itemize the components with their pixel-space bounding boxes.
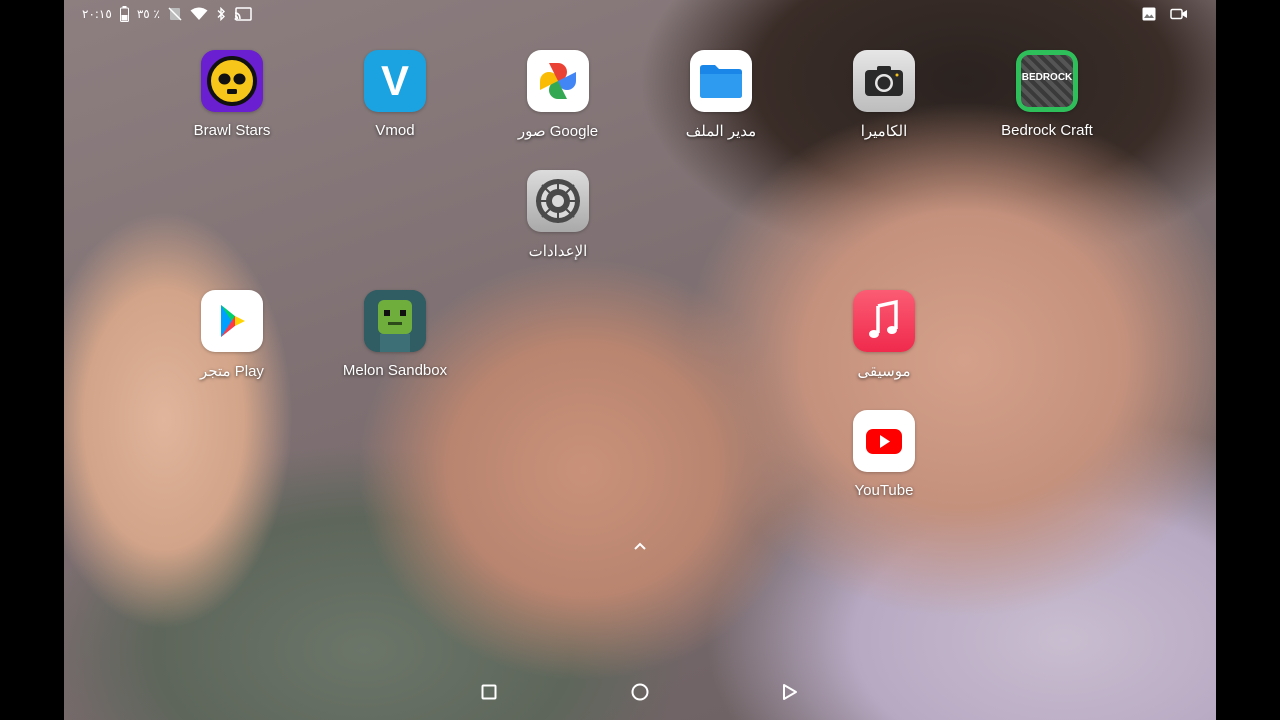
app-google-photos[interactable]: صور Google <box>488 50 628 140</box>
home-button[interactable] <box>628 680 652 704</box>
app-bedrock-craft[interactable]: BEDROCK Bedrock Craft <box>977 50 1117 139</box>
app-vmod[interactable]: V Vmod <box>325 50 465 139</box>
melon-sandbox-icon <box>364 290 426 352</box>
app-label: الكاميرا <box>860 123 908 140</box>
app-music[interactable]: موسيقى <box>814 290 954 380</box>
vmod-icon: V <box>364 50 426 112</box>
status-icons-left: ٢٠:١٥ ٣٥ ٪ <box>82 6 252 22</box>
wifi-icon <box>190 7 208 20</box>
battery-icon <box>119 6 129 22</box>
app-label: Brawl Stars <box>193 122 271 139</box>
app-label: متجر Play <box>200 363 264 380</box>
google-photos-icon <box>527 50 589 112</box>
app-label: Melon Sandbox <box>342 362 448 379</box>
play-store-icon <box>201 290 263 352</box>
bedrock-craft-icon: BEDROCK <box>1016 50 1078 112</box>
camera-icon <box>853 50 915 112</box>
app-drawer-chevron-up-icon[interactable] <box>630 536 650 556</box>
bedrock-wordmark: BEDROCK <box>1021 72 1073 83</box>
app-label: الإعدادات <box>528 243 588 260</box>
app-label: YouTube <box>854 482 914 499</box>
youtube-icon <box>853 410 915 472</box>
app-camera[interactable]: الكاميرا <box>814 50 954 140</box>
status-icons-right <box>1142 7 1188 21</box>
app-label: Vmod <box>375 122 415 139</box>
cast-icon <box>234 7 252 21</box>
app-label: موسيقى <box>857 363 911 380</box>
app-label: Bedrock Craft <box>1001 122 1093 139</box>
music-icon <box>853 290 915 352</box>
bluetooth-icon <box>217 7 225 21</box>
image-icon <box>1142 7 1156 21</box>
brawl-stars-icon <box>201 50 263 112</box>
app-play-store[interactable]: متجر Play <box>162 290 302 380</box>
settings-icon <box>527 170 589 232</box>
back-button[interactable] <box>778 680 802 704</box>
video-record-icon <box>1170 8 1187 20</box>
app-brawl-stars[interactable]: Brawl Stars <box>162 50 302 139</box>
vmod-letter: V <box>380 57 409 104</box>
app-label: مدير الملف <box>685 123 757 140</box>
silent-icon <box>168 7 182 21</box>
home-screen: ٢٠:١٥ ٣٥ ٪ Brawl Stars V Vmod صور Google… <box>64 0 1216 720</box>
app-label: صور Google <box>517 123 599 140</box>
recents-button[interactable] <box>477 680 501 704</box>
battery-percent: ٣٥ ٪ <box>136 7 160 21</box>
app-melon-sandbox[interactable]: Melon Sandbox <box>325 290 465 379</box>
app-youtube[interactable]: YouTube <box>814 410 954 499</box>
app-file-manager[interactable]: مدير الملف <box>651 50 791 140</box>
clock: ٢٠:١٥ <box>82 7 112 21</box>
files-icon <box>690 50 752 112</box>
app-settings[interactable]: الإعدادات <box>488 170 628 260</box>
navigation-bar <box>64 664 1216 720</box>
status-bar: ٢٠:١٥ ٣٥ ٪ <box>64 0 1216 30</box>
